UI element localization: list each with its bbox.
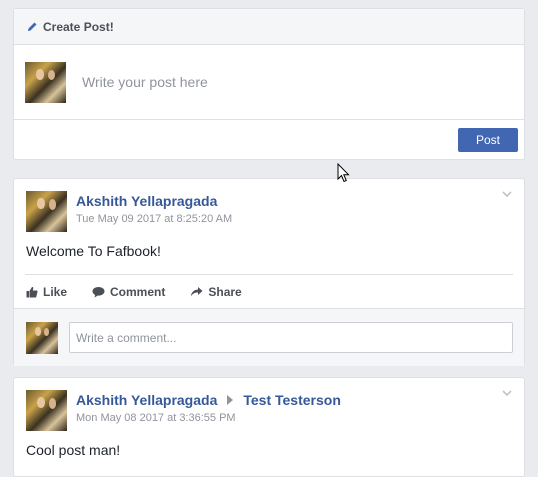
- recipient-link[interactable]: Test Testerson: [243, 391, 341, 409]
- chevron-down-icon[interactable]: [502, 388, 512, 398]
- author-link[interactable]: Akshith Yellapragada: [76, 391, 217, 409]
- pencil-icon: [28, 22, 37, 31]
- post-header: Akshith Yellapragada Test Testerson Mon …: [14, 378, 524, 433]
- author-link[interactable]: Akshith Yellapragada: [76, 192, 217, 210]
- create-post-title: Create Post!: [43, 19, 114, 34]
- post-body-text: Cool post man!: [26, 442, 121, 458]
- create-post-header: Create Post!: [14, 9, 524, 45]
- comment-input[interactable]: Write a comment...: [69, 322, 513, 353]
- post-text-input[interactable]: Write your post here: [82, 74, 208, 90]
- feed-post: Akshith Yellapragada Test Testerson Mon …: [13, 377, 525, 477]
- post-button[interactable]: Post: [458, 127, 518, 152]
- post-timestamp[interactable]: Tue May 09 2017 at 8:25:20 AM: [76, 213, 232, 225]
- share-label: Share: [208, 284, 242, 299]
- post-timestamp[interactable]: Mon May 08 2017 at 3:36:55 PM: [76, 412, 341, 424]
- post-author-line: Akshith Yellapragada: [76, 192, 232, 210]
- mouse-cursor-icon: [337, 163, 350, 183]
- post-author-line: Akshith Yellapragada Test Testerson: [76, 391, 341, 409]
- comment-label: Comment: [110, 284, 166, 299]
- feed-post: Akshith Yellapragada Tue May 09 2017 at …: [13, 178, 525, 366]
- post-meta: Akshith Yellapragada Test Testerson Mon …: [76, 390, 341, 433]
- comment-button[interactable]: Comment: [92, 285, 165, 299]
- like-label: Like: [43, 284, 68, 299]
- caret-right-icon: [227, 395, 234, 405]
- comment-icon: [92, 286, 105, 297]
- avatar[interactable]: [26, 191, 67, 232]
- create-post-footer: Post: [14, 120, 524, 159]
- create-post-card: Create Post! Write your post here Post: [13, 8, 525, 160]
- avatar: [26, 321, 58, 354]
- comment-area: Write a comment...: [14, 308, 524, 366]
- avatar[interactable]: [26, 390, 67, 431]
- like-button[interactable]: Like: [26, 285, 67, 299]
- post-meta: Akshith Yellapragada Tue May 09 2017 at …: [76, 191, 232, 234]
- avatar: [25, 61, 66, 103]
- share-icon: [191, 286, 203, 296]
- post-actions: Like Comment Share: [14, 275, 524, 308]
- post-header: Akshith Yellapragada Tue May 09 2017 at …: [14, 179, 524, 234]
- share-button[interactable]: Share: [190, 284, 242, 299]
- like-icon: [26, 286, 38, 297]
- chevron-down-icon[interactable]: [502, 189, 512, 199]
- post-body-text: Welcome To Fafbook!: [26, 243, 161, 259]
- create-post-body[interactable]: Write your post here: [14, 45, 524, 120]
